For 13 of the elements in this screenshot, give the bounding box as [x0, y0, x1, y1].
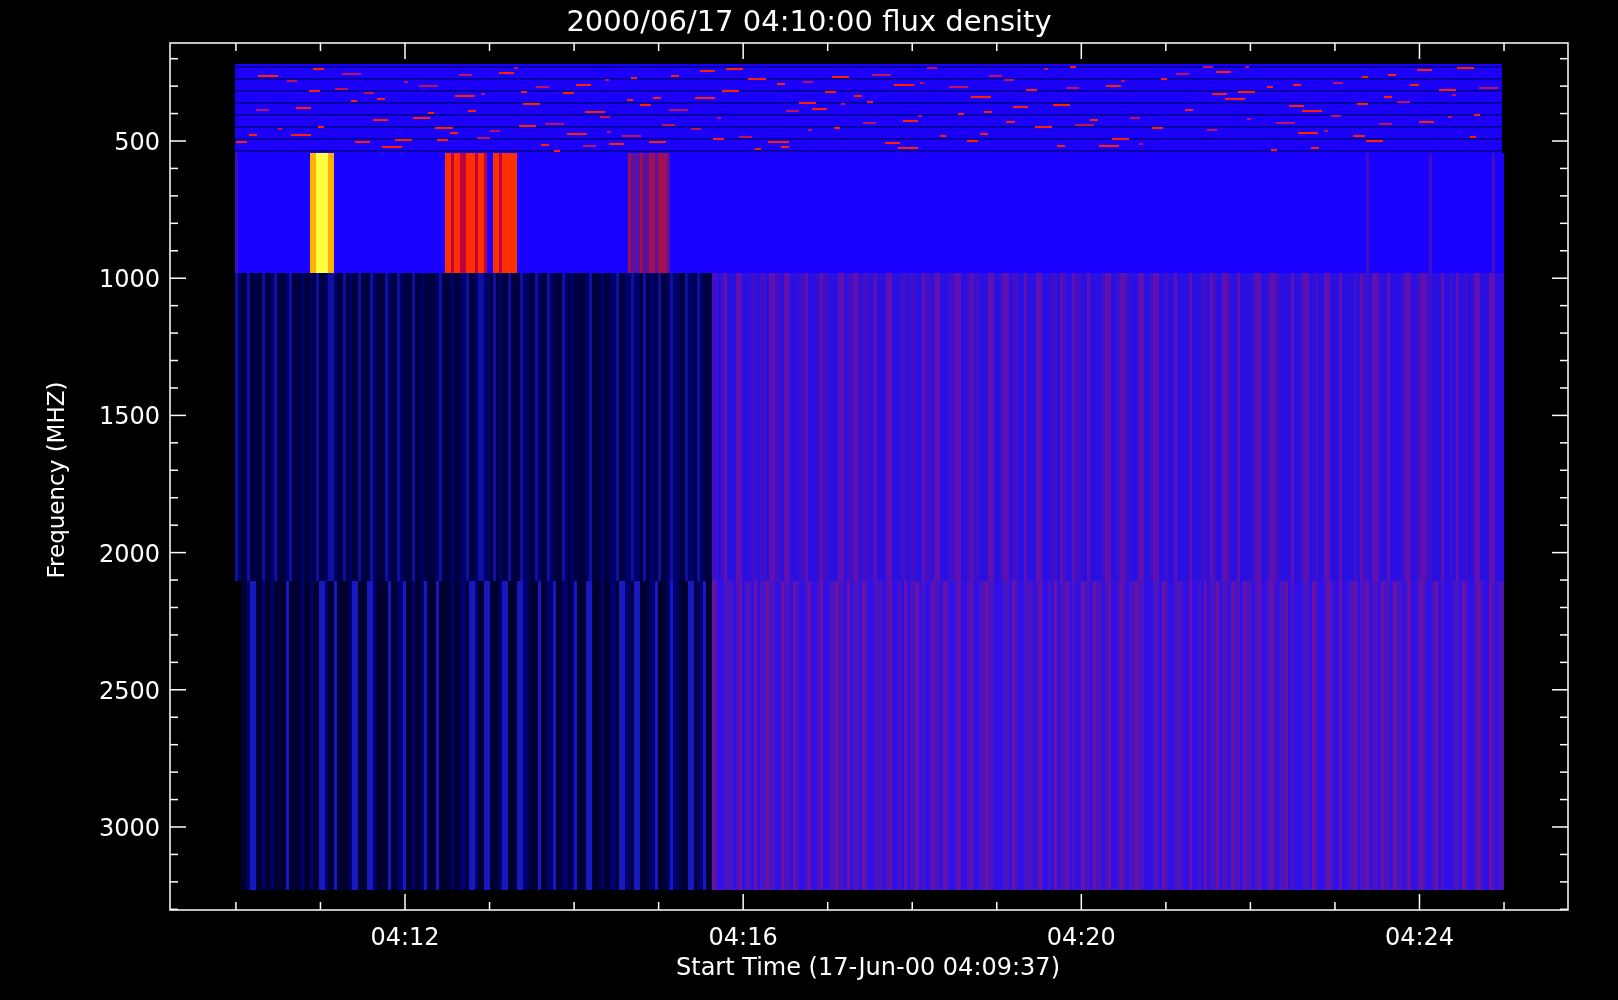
x-tick-label: 04:20 [1046, 923, 1116, 951]
y-tick-label: 1000 [98, 265, 160, 294]
x-tick-label: 04:24 [1384, 923, 1455, 951]
y-tick-label: 2000 [98, 539, 160, 568]
y-tick-label: 3000 [98, 814, 160, 842]
y-tick-label: 2500 [98, 676, 160, 705]
plot-title: 2000/06/17 04:10:00 flux density [566, 4, 1052, 38]
x-tick-label: 04:12 [370, 923, 440, 951]
y-tick-label: 500 [114, 128, 160, 156]
x-tick-label: 04:16 [708, 923, 778, 951]
y-tick-label: 1500 [98, 402, 160, 431]
y-axis-label: Frequency (MHZ) [43, 381, 69, 579]
x-axis-label: Start Time (17-Jun-00 04:09:37) [676, 953, 1060, 981]
